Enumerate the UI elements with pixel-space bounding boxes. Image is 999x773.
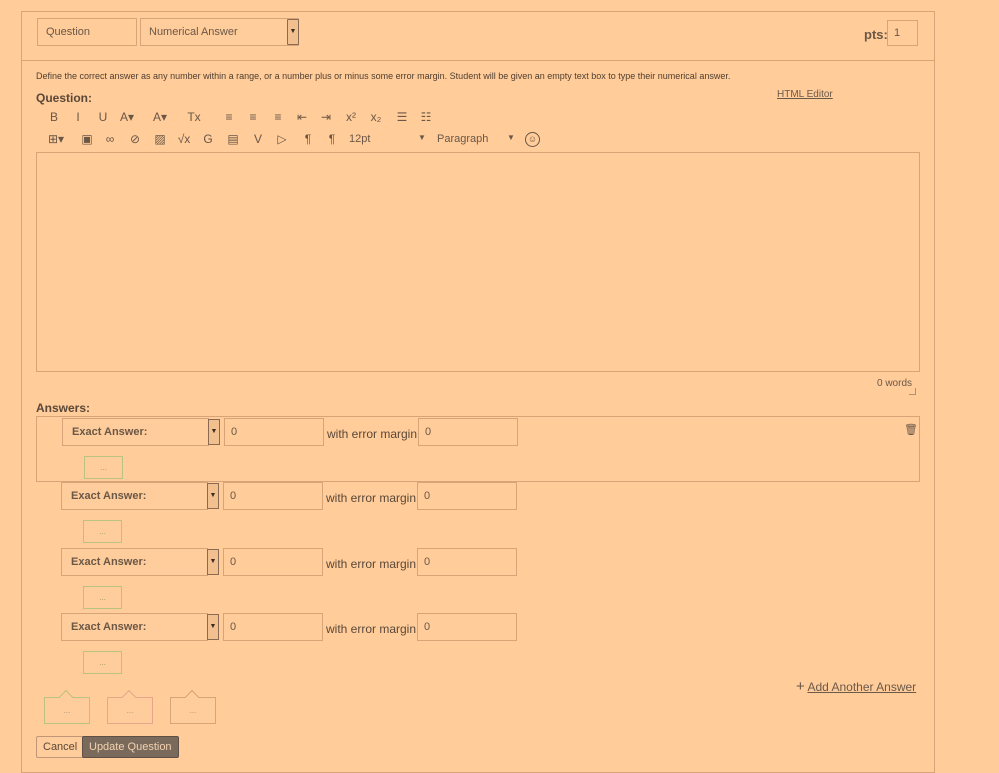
- underline-icon[interactable]: U: [93, 110, 113, 124]
- question-label: Question:: [36, 91, 92, 105]
- incorrect-feedback-button[interactable]: ...: [107, 697, 153, 724]
- add-answer-label: Add Another Answer: [807, 680, 917, 694]
- block-format-value: Paragraph: [437, 133, 489, 145]
- align-center-icon[interactable]: ≡: [243, 110, 263, 124]
- incorrect-feedback-placeholder: ...: [126, 706, 134, 715]
- ltr-icon[interactable]: ¶: [298, 132, 318, 146]
- error-margin-input[interactable]: 0: [417, 548, 517, 576]
- answer-type-label: Exact Answer:: [71, 490, 147, 502]
- error-margin-input[interactable]: 0: [418, 418, 518, 446]
- table-icon[interactable]: ⊞▾: [46, 132, 66, 146]
- exact-answer-input[interactable]: 0: [224, 418, 324, 446]
- superscript-icon[interactable]: x²: [341, 110, 361, 124]
- answer-type-select[interactable]: Exact Answer:: [61, 482, 208, 510]
- outdent-icon[interactable]: ⇤: [292, 110, 312, 124]
- error-margin-input[interactable]: 0: [417, 613, 517, 641]
- answer-row: Exact Answer: ▼ 0 with error margin 0... 🗑: [36, 416, 920, 482]
- block-format-dropdown-icon[interactable]: ▼: [507, 133, 515, 142]
- question-name-input[interactable]: Question: [37, 18, 137, 46]
- answer-comment-button[interactable]: ...: [83, 586, 122, 609]
- align-right-icon[interactable]: ≡: [268, 110, 288, 124]
- math-equation-icon[interactable]: √x: [174, 132, 194, 146]
- answer-comment-placeholder: ...: [99, 527, 106, 536]
- answer-type-dropdown-icon[interactable]: ▼: [207, 483, 219, 509]
- answer-comment-button[interactable]: ...: [83, 651, 122, 674]
- neutral-feedback-button[interactable]: ...: [170, 697, 216, 724]
- font-size-dropdown-icon[interactable]: ▼: [418, 133, 426, 142]
- image-icon[interactable]: ▨: [150, 132, 170, 146]
- answers-label: Answers:: [36, 401, 91, 415]
- block-format-select[interactable]: Paragraph: [437, 133, 488, 145]
- italic-icon[interactable]: I: [68, 110, 88, 124]
- bullet-list-icon[interactable]: ☰: [392, 110, 412, 124]
- add-another-answer-link[interactable]: + Add Another Answer: [796, 678, 916, 695]
- question-type-description: Define the correct answer as any number …: [36, 71, 731, 81]
- word-count: 0 words: [877, 378, 913, 389]
- html-editor-link[interactable]: HTML Editor: [777, 89, 833, 100]
- link-icon[interactable]: ∞: [100, 132, 120, 146]
- answer-comment-placeholder: ...: [100, 463, 107, 472]
- unlink-icon[interactable]: ⊘: [125, 132, 145, 146]
- question-header: Question Numerical Answer ▼ pts: 1: [22, 12, 934, 61]
- error-margin-input[interactable]: 0: [417, 482, 517, 510]
- answer-type-dropdown-icon[interactable]: ▼: [207, 614, 219, 640]
- apps-icon[interactable]: V: [248, 132, 268, 146]
- answer-row: Exact Answer: ▼ 0 with error margin 0...: [36, 481, 918, 545]
- question-type-select[interactable]: Numerical Answer: [140, 18, 299, 46]
- answer-comment-button[interactable]: ...: [83, 520, 122, 543]
- record-icon[interactable]: ▤: [223, 132, 243, 146]
- question-edit-panel: Question Numerical Answer ▼ pts: 1 Defin…: [21, 11, 935, 773]
- exact-answer-input[interactable]: 0: [223, 548, 323, 576]
- exact-answer-input[interactable]: 0: [223, 613, 323, 641]
- accessibility-icon[interactable]: ☺: [525, 132, 540, 147]
- rtl-icon[interactable]: ¶: [322, 132, 342, 146]
- indent-icon[interactable]: ⇥: [316, 110, 336, 124]
- font-size-value: 12pt: [349, 133, 371, 145]
- text-color-icon[interactable]: A▾: [117, 110, 137, 124]
- answer-comment-placeholder: ...: [99, 658, 106, 667]
- answer-row: Exact Answer: ▼ 0 with error margin 0...: [36, 612, 918, 676]
- correct-feedback-placeholder: ...: [63, 706, 71, 715]
- update-question-button[interactable]: Update Question: [82, 736, 179, 758]
- bold-icon[interactable]: B: [44, 110, 64, 124]
- trash-icon[interactable]: 🗑: [904, 423, 918, 436]
- font-size-select[interactable]: 12pt: [349, 133, 370, 145]
- add-icon: +: [796, 678, 805, 695]
- answer-comment-button[interactable]: ...: [84, 456, 123, 479]
- answer-type-select[interactable]: Exact Answer:: [61, 613, 208, 641]
- video-icon[interactable]: ▷: [272, 132, 292, 146]
- answer-type-label: Exact Answer:: [71, 621, 147, 633]
- points-label: pts:: [864, 27, 888, 42]
- error-margin-label: with error margin: [326, 491, 417, 505]
- error-margin-label: with error margin: [326, 557, 417, 571]
- neutral-feedback-placeholder: ...: [189, 706, 197, 715]
- embed-icon[interactable]: G: [198, 132, 218, 146]
- subscript-icon[interactable]: x₂: [366, 110, 386, 124]
- background-color-icon[interactable]: A▾: [150, 110, 170, 124]
- media-icon[interactable]: ▣: [77, 132, 97, 146]
- answer-row: Exact Answer: ▼ 0 with error margin 0...: [36, 547, 918, 611]
- correct-feedback-button[interactable]: ...: [44, 697, 90, 724]
- question-type-dropdown-icon[interactable]: ▼: [287, 19, 299, 45]
- numbered-list-icon[interactable]: ☷: [416, 110, 436, 124]
- question-type-selected: Numerical Answer: [149, 26, 238, 38]
- cancel-button[interactable]: Cancel: [36, 736, 85, 758]
- align-left-icon[interactable]: ≡: [219, 110, 239, 124]
- answer-type-label: Exact Answer:: [71, 556, 147, 568]
- rich-text-editor[interactable]: [36, 152, 920, 372]
- answer-type-select[interactable]: Exact Answer:: [62, 418, 209, 446]
- answer-type-label: Exact Answer:: [72, 426, 148, 438]
- resize-handle-icon[interactable]: [909, 388, 916, 395]
- exact-answer-input[interactable]: 0: [223, 482, 323, 510]
- answer-comment-placeholder: ...: [99, 593, 106, 602]
- points-input[interactable]: 1: [887, 20, 918, 46]
- answer-type-dropdown-icon[interactable]: ▼: [207, 549, 219, 575]
- clear-formatting-icon[interactable]: Tx: [184, 110, 204, 124]
- error-margin-label: with error margin: [327, 427, 418, 441]
- answer-type-dropdown-icon[interactable]: ▼: [208, 419, 220, 445]
- error-margin-label: with error margin: [326, 622, 417, 636]
- answer-type-select[interactable]: Exact Answer:: [61, 548, 208, 576]
